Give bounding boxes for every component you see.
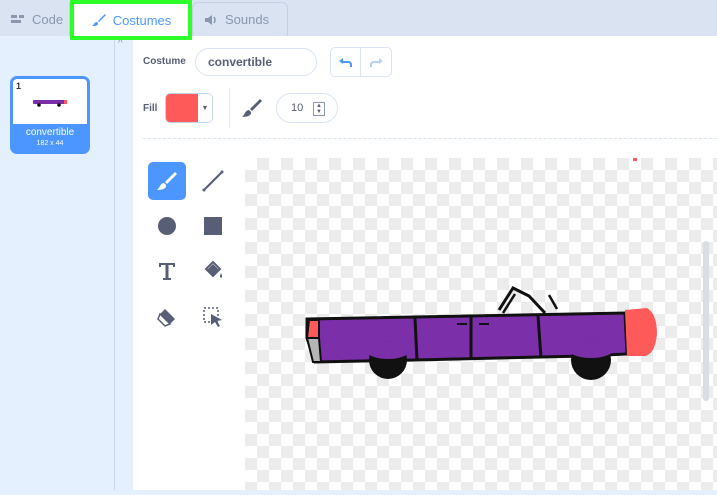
costume-name-input[interactable]: convertible <box>195 48 317 76</box>
canvas-scrollbar[interactable] <box>703 241 709 401</box>
fill-color-swatch <box>166 94 198 122</box>
rectangle-tool[interactable] <box>194 207 232 245</box>
select-tool[interactable] <box>194 298 232 336</box>
brush-tool[interactable] <box>148 162 186 200</box>
redo-icon <box>370 58 383 67</box>
chevron-down-icon: ▼ <box>201 104 209 112</box>
tab-code[interactable]: Code <box>0 2 70 36</box>
brush-size-value: 10 <box>291 102 304 114</box>
convertible-car-drawing <box>305 158 657 380</box>
tab-code-label: Code <box>32 11 64 27</box>
line-icon <box>202 170 224 192</box>
paint-bucket-icon <box>204 260 222 278</box>
costume-size: 182 x 44 <box>36 140 64 147</box>
text-icon <box>159 263 175 280</box>
circle-tool[interactable] <box>148 207 186 245</box>
brush-icon <box>157 172 177 190</box>
car-thumbnail-icon <box>33 99 67 107</box>
undo-redo-group <box>330 47 392 77</box>
fill-color-picker[interactable]: ▼ <box>165 93 213 123</box>
brush-size-stepper[interactable]: ▲ ▼ <box>313 102 325 116</box>
costume-name-label: Costume <box>143 56 186 67</box>
costume-number: 1 <box>16 81 22 91</box>
brush-size-icon <box>242 99 262 117</box>
toolbar-separator <box>143 138 717 139</box>
paintbrush-icon <box>91 14 106 26</box>
costume-name: convertible <box>25 127 75 138</box>
tab-sounds[interactable]: Sounds <box>192 2 288 36</box>
code-blocks-icon <box>11 15 24 23</box>
paint-editor: Costume convertible Fill ▼ 10 ▲ ▼ <box>133 36 717 490</box>
eraser-icon <box>157 309 175 327</box>
costume-list: 1 convertible 182 x 44 <box>0 36 115 490</box>
select-cursor-icon <box>203 307 222 327</box>
rectangle-icon <box>204 217 222 235</box>
line-tool[interactable] <box>194 162 232 200</box>
brush-size-input[interactable]: 10 ▲ ▼ <box>276 93 338 123</box>
speaker-icon <box>205 14 216 25</box>
tab-sounds-label: Sounds <box>225 12 270 27</box>
tab-costumes[interactable]: Costumes <box>70 0 192 40</box>
fill-label: Fill <box>143 103 158 114</box>
undo-icon <box>338 58 352 67</box>
costume-thumbnail <box>13 79 87 124</box>
tab-costumes-label: Costumes <box>112 12 172 28</box>
undo-button[interactable] <box>331 48 362 76</box>
text-tool[interactable] <box>148 252 186 290</box>
eraser-tool[interactable] <box>148 298 186 336</box>
toolbar-divider <box>229 88 230 128</box>
costume-item[interactable]: 1 convertible 182 x 44 <box>10 76 90 154</box>
redo-button[interactable] <box>361 48 391 76</box>
editor-tabs: Code Costumes Sounds <box>0 0 717 40</box>
fill-tool[interactable] <box>194 252 232 290</box>
drawing-canvas[interactable] <box>245 158 717 490</box>
circle-icon <box>158 217 176 235</box>
